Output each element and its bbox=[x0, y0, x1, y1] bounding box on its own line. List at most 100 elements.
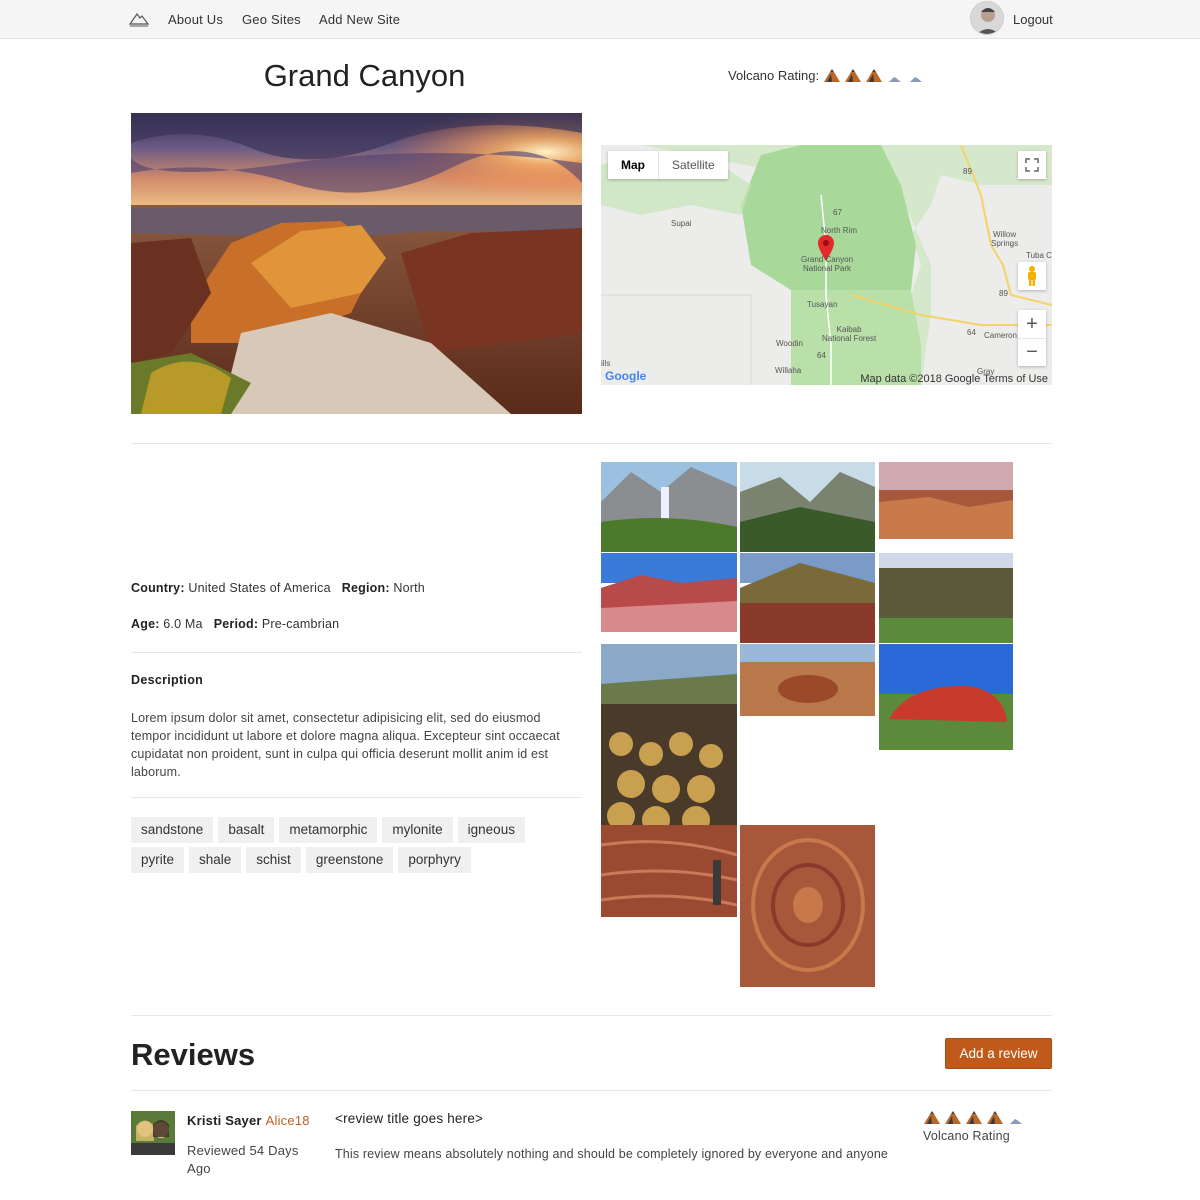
volcano-filled-icon bbox=[945, 1111, 961, 1124]
reviews-heading: Reviews bbox=[131, 1037, 256, 1072]
review-date: Reviewed 54 Days Ago bbox=[187, 1143, 299, 1176]
street-view-pegman-icon[interactable] bbox=[1018, 262, 1046, 290]
gallery-image-valley[interactable] bbox=[740, 462, 875, 552]
volcano-filled-icon bbox=[866, 68, 883, 82]
volcano-rating-label: Volcano Rating: bbox=[728, 68, 820, 83]
map-type-map-button[interactable]: Map bbox=[608, 151, 658, 179]
region-label: Region: bbox=[341, 581, 390, 595]
age-value: 6.0 Ma bbox=[163, 617, 203, 631]
map-attribution[interactable]: Map data ©2018 Google Terms of Use bbox=[860, 373, 1048, 385]
map-label-tuba-city: Tuba C bbox=[1026, 251, 1052, 260]
review-rating-label: Volcano Rating bbox=[923, 1129, 1010, 1143]
section-divider bbox=[131, 443, 1052, 444]
rock-tag[interactable]: shale bbox=[189, 847, 242, 873]
volcano-filled-icon bbox=[824, 68, 841, 82]
gallery-image-rock-wall[interactable] bbox=[601, 825, 737, 917]
reviewer-username-link[interactable]: Alice18 bbox=[266, 1113, 310, 1128]
nav-geo-sites-link[interactable]: Geo Sites bbox=[242, 12, 301, 27]
route-64-shield-2: 64 bbox=[817, 351, 826, 360]
gallery-image-folded-rock[interactable] bbox=[740, 825, 875, 987]
gallery-image-cliffs[interactable] bbox=[879, 553, 1013, 643]
volcano-filled-icon bbox=[924, 1111, 940, 1124]
map-type-satellite-button[interactable]: Satellite bbox=[658, 151, 728, 179]
review-title: <review title goes here> bbox=[335, 1111, 484, 1126]
rock-tag[interactable]: igneous bbox=[457, 817, 525, 843]
rock-tag[interactable]: metamorphic bbox=[279, 817, 378, 843]
fullscreen-icon[interactable] bbox=[1018, 151, 1046, 179]
route-89-shield: 89 bbox=[963, 167, 972, 176]
map-label-north-rim: North Rim bbox=[821, 226, 858, 235]
volcano-empty-icon bbox=[1010, 1119, 1022, 1124]
volcano-empty-icon bbox=[889, 76, 902, 82]
map-label-woodin: Woodin bbox=[776, 339, 803, 348]
map-label-kaibab: Kaibab National Forest bbox=[822, 325, 877, 343]
country-value: United States of America bbox=[188, 581, 331, 595]
description-text: Lorem ipsum dolor sit amet, consectetur … bbox=[131, 711, 560, 779]
period-label: Period: bbox=[213, 617, 259, 631]
nav-add-new-site-link[interactable]: Add New Site bbox=[319, 12, 400, 27]
hero-image bbox=[131, 113, 582, 414]
age-period-line: Age: 6.0 Ma Period: Pre-cambrian bbox=[131, 617, 339, 631]
details-divider bbox=[131, 652, 582, 653]
add-review-button[interactable]: Add a review bbox=[945, 1038, 1052, 1069]
map-label-willaha: Willaha bbox=[775, 366, 802, 375]
rock-tags: sandstone basalt metamorphic mylonite igneou… bbox=[131, 817, 581, 873]
google-logo: Google bbox=[605, 369, 647, 383]
rock-tag[interactable]: greenstone bbox=[305, 847, 394, 873]
rock-tag[interactable]: mylonite bbox=[382, 817, 453, 843]
gallery-image-canyon[interactable] bbox=[879, 462, 1013, 539]
map-label-tusayan: Tusayan bbox=[807, 300, 838, 309]
page-title: Grand Canyon bbox=[263, 58, 466, 93]
volcano-empty-icon bbox=[910, 76, 923, 82]
route-89-shield-2: 89 bbox=[999, 289, 1008, 298]
reviews-divider bbox=[131, 1015, 1052, 1016]
review-volcano-rating-icons bbox=[923, 1111, 1025, 1125]
description-divider bbox=[131, 797, 582, 798]
map-label-ills: ills bbox=[601, 359, 611, 368]
mountain-logo-icon[interactable] bbox=[129, 9, 149, 29]
rock-tag[interactable]: schist bbox=[246, 847, 301, 873]
rock-tag[interactable]: sandstone bbox=[131, 817, 214, 843]
gallery-image-badlands[interactable] bbox=[601, 553, 737, 632]
user-avatar[interactable] bbox=[970, 1, 1004, 35]
gallery-image-basalt-coast[interactable] bbox=[740, 553, 875, 643]
reviewer-name: Kristi Sayer Alice18 bbox=[187, 1113, 310, 1128]
review-volcano-rating: Volcano Rating bbox=[923, 1111, 1025, 1143]
period-value: Pre-cambrian bbox=[261, 617, 340, 631]
zoom-in-icon[interactable]: + bbox=[1026, 310, 1038, 338]
map-label-willow-springs: Willow Springs bbox=[991, 230, 1019, 248]
zoom-out-icon[interactable]: − bbox=[1018, 338, 1046, 366]
zoom-controls: + − bbox=[1018, 310, 1046, 366]
rock-tag[interactable]: basalt bbox=[218, 817, 275, 843]
rock-tag[interactable]: porphyry bbox=[398, 847, 471, 873]
review-body: This review means absolutely nothing and… bbox=[335, 1147, 889, 1161]
age-label: Age: bbox=[131, 617, 160, 631]
nav-about-us-link[interactable]: About Us bbox=[168, 12, 223, 27]
map-label-park: Grand Canyon National Park bbox=[800, 255, 854, 273]
rock-tag[interactable]: pyrite bbox=[131, 847, 185, 873]
country-label: Country: bbox=[131, 581, 185, 595]
route-67-shield: 67 bbox=[833, 208, 842, 217]
reviewer-avatar bbox=[131, 1111, 175, 1155]
volcano-filled-icon bbox=[966, 1111, 982, 1124]
reviews-header-divider bbox=[131, 1090, 1052, 1091]
country-region-line: Country: United States of America Region… bbox=[131, 581, 425, 595]
volcano-rating-icons bbox=[823, 68, 925, 83]
location-map[interactable]: Map Satellite + − Supai North Rim Grand … bbox=[601, 145, 1052, 385]
gallery-image-uluru[interactable] bbox=[879, 644, 1013, 750]
gallery-image-giants-causeway[interactable] bbox=[601, 644, 737, 825]
volcano-filled-icon bbox=[987, 1111, 1003, 1124]
gallery-image-waterfall[interactable] bbox=[601, 462, 737, 552]
logout-link[interactable]: Logout bbox=[1013, 12, 1053, 27]
route-64-shield: 64 bbox=[967, 328, 976, 337]
region-value: North bbox=[393, 581, 425, 595]
volcano-filled-icon bbox=[845, 68, 862, 82]
description-heading: Description bbox=[131, 673, 204, 687]
map-label-cameron: Cameron bbox=[984, 331, 1017, 340]
gallery-image-uluru-aerial[interactable] bbox=[740, 644, 875, 716]
volcano-rating: Volcano Rating: bbox=[728, 68, 925, 83]
map-label-supai: Supai bbox=[671, 219, 692, 228]
map-type-toggle: Map Satellite bbox=[608, 151, 728, 179]
top-navbar: About Us Geo Sites Add New Site Logout bbox=[0, 0, 1200, 39]
reviewer-full-name: Kristi Sayer bbox=[187, 1113, 262, 1128]
